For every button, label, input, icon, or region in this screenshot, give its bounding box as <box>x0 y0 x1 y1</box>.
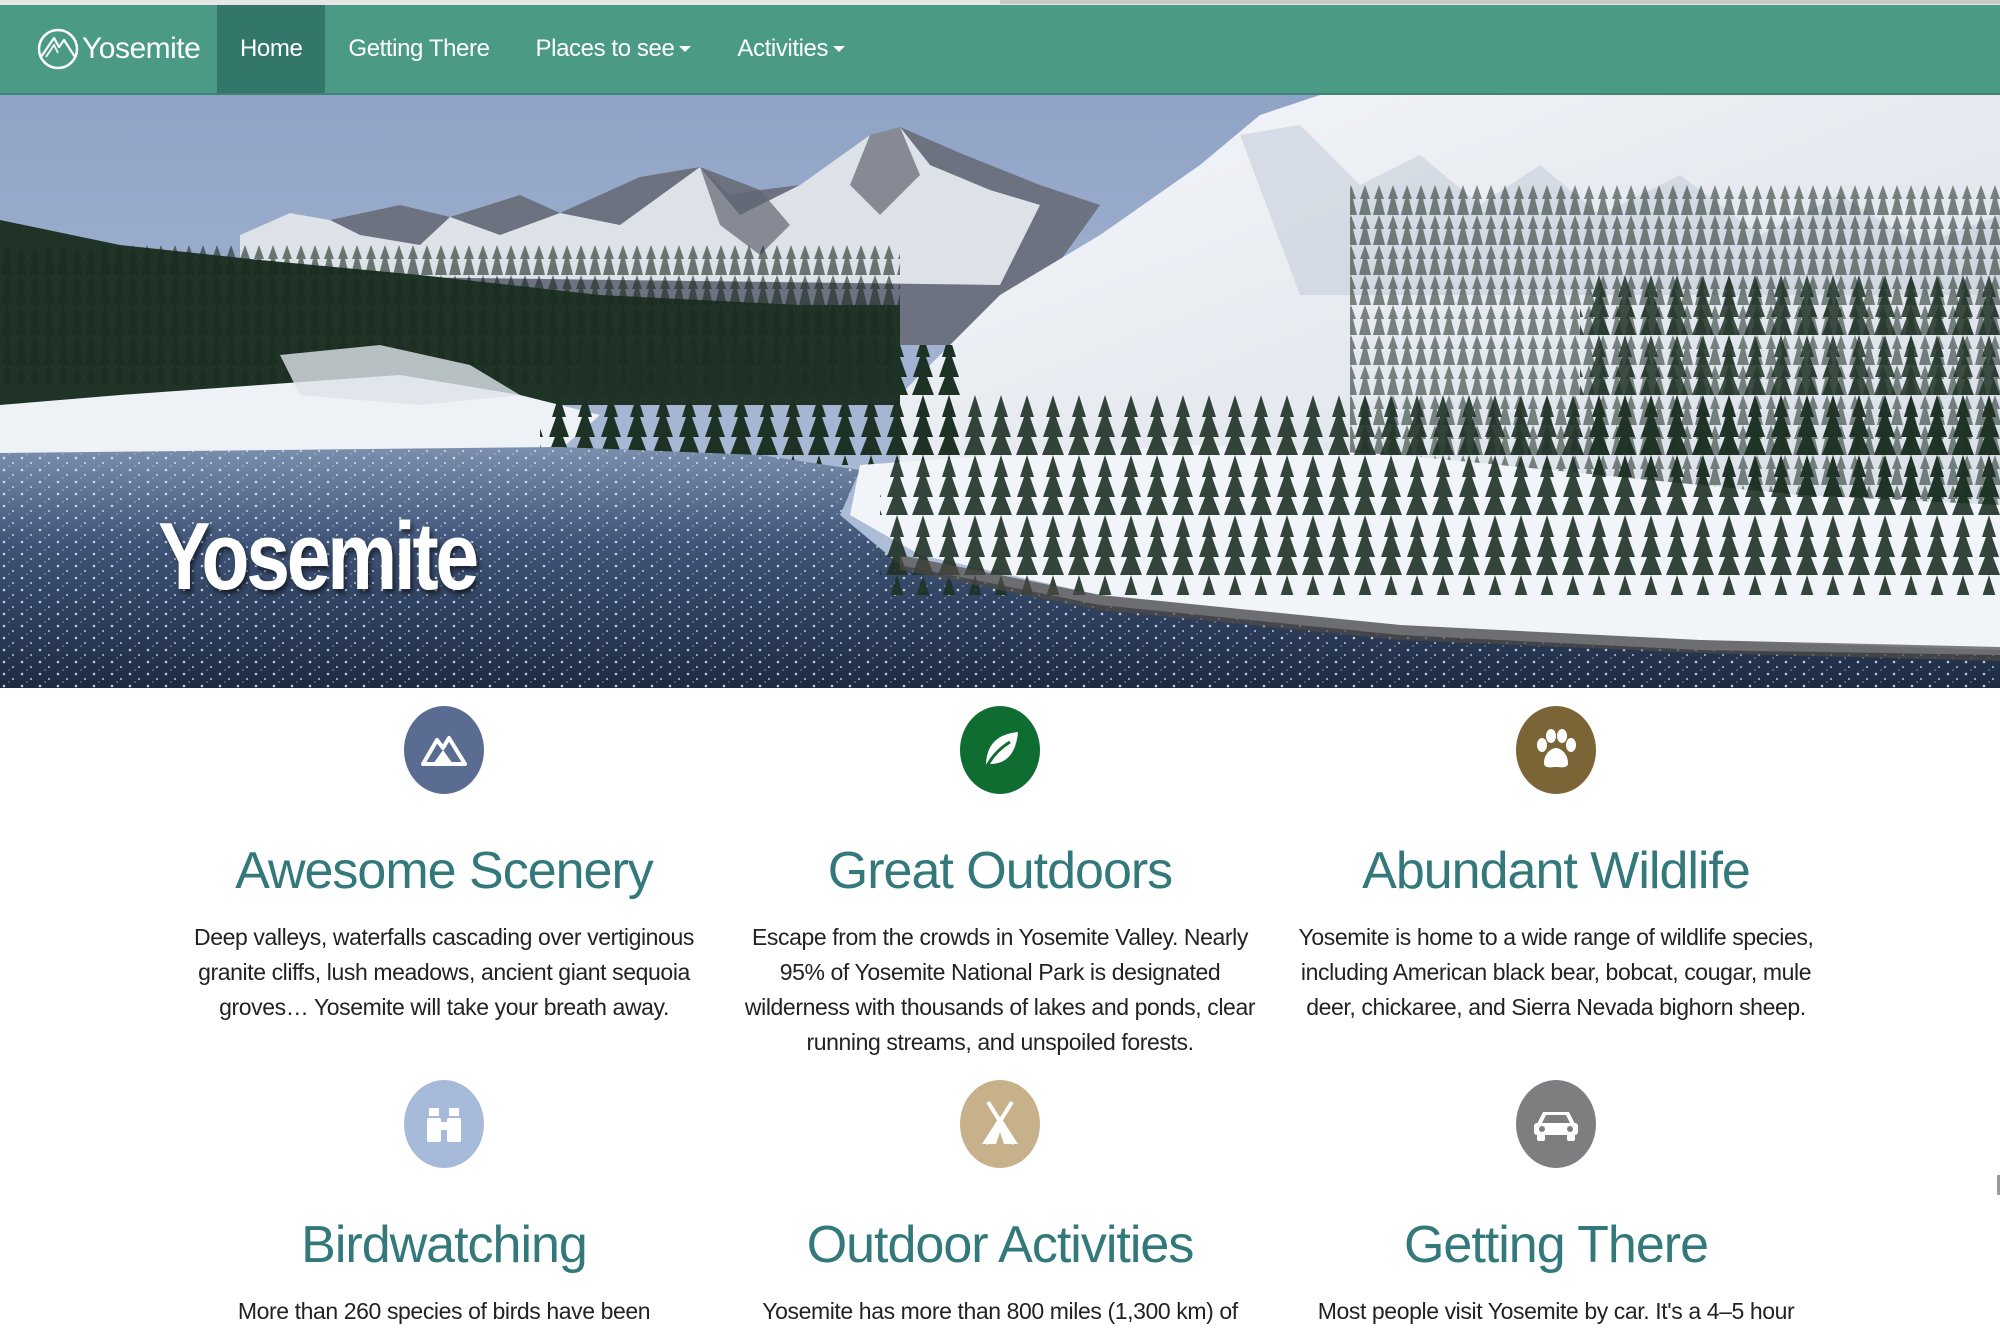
nav-getting-there[interactable]: Getting There <box>325 5 512 93</box>
features-grid: Awesome Scenery Deep valleys, waterfalls… <box>0 688 2000 1324</box>
feature-getting-there: Getting There Most people visit Yosemite… <box>1276 1080 1836 1329</box>
feature-text: More than 260 species of birds have been <box>237 1298 651 1324</box>
paw-icon <box>1516 706 1596 794</box>
mountain-icon <box>404 706 484 794</box>
nav-places-to-see-label: Places to see <box>535 35 675 62</box>
feature-outdoor-activities: Outdoor Activities Yosemite has more tha… <box>720 1080 1280 1329</box>
feature-text: Deep valleys, waterfalls cascading over … <box>194 924 694 1020</box>
nav-places-to-see[interactable]: Places to see <box>513 5 715 93</box>
brand-link[interactable]: Yosemite <box>36 25 201 73</box>
car-icon <box>1516 1080 1596 1168</box>
feature-text: Most people visit Yosemite by car. It's … <box>1317 1298 1795 1324</box>
feature-birdwatching: Birdwatching More than 260 species of bi… <box>164 1080 724 1329</box>
brand-name: Yosemite <box>82 32 201 65</box>
tent-icon <box>960 1080 1040 1168</box>
feature-title: Birdwatching <box>301 1216 588 1274</box>
hero-banner: Yosemite <box>0 95 2000 688</box>
feature-title: Awesome Scenery <box>235 842 654 900</box>
feature-title: Getting There <box>1403 1216 1709 1274</box>
window-top-segment <box>1000 0 2000 4</box>
nav-menu: Home Getting There Places to see Activit… <box>217 5 868 93</box>
nav-activities-label: Activities <box>737 35 829 62</box>
nav-home-label: Home <box>240 35 303 62</box>
nav-activities[interactable]: Activities <box>714 5 868 93</box>
feature-awesome-scenery: Awesome Scenery Deep valleys, waterfalls… <box>164 706 724 1025</box>
navbar: Yosemite Home Getting There Places to se… <box>0 5 2000 95</box>
leaf-icon <box>960 706 1040 794</box>
hero-title: Yosemite <box>158 503 479 610</box>
binoculars-icon <box>404 1080 484 1168</box>
caret-down-icon <box>679 46 692 52</box>
feature-text: Yosemite is home to a wide range of wild… <box>1298 924 1814 1020</box>
feature-title: Outdoor Activities <box>806 1216 1195 1274</box>
yosemite-logo-icon <box>37 28 79 70</box>
feature-text: Yosemite has more than 800 miles (1,300 … <box>762 1298 1238 1324</box>
feature-title: Great Outdoors <box>827 842 1173 900</box>
feature-text: Escape from the crowds in Yosemite Valle… <box>744 924 1256 1055</box>
feature-title: Abundant Wildlife <box>1362 842 1751 900</box>
nav-getting-there-label: Getting There <box>348 35 490 62</box>
nav-home[interactable]: Home <box>217 5 326 93</box>
feature-abundant-wildlife: Abundant Wildlife Yosemite is home to a … <box>1276 706 1836 1025</box>
feature-great-outdoors: Great Outdoors Escape from the crowds in… <box>720 706 1280 1060</box>
caret-down-icon <box>833 46 846 52</box>
